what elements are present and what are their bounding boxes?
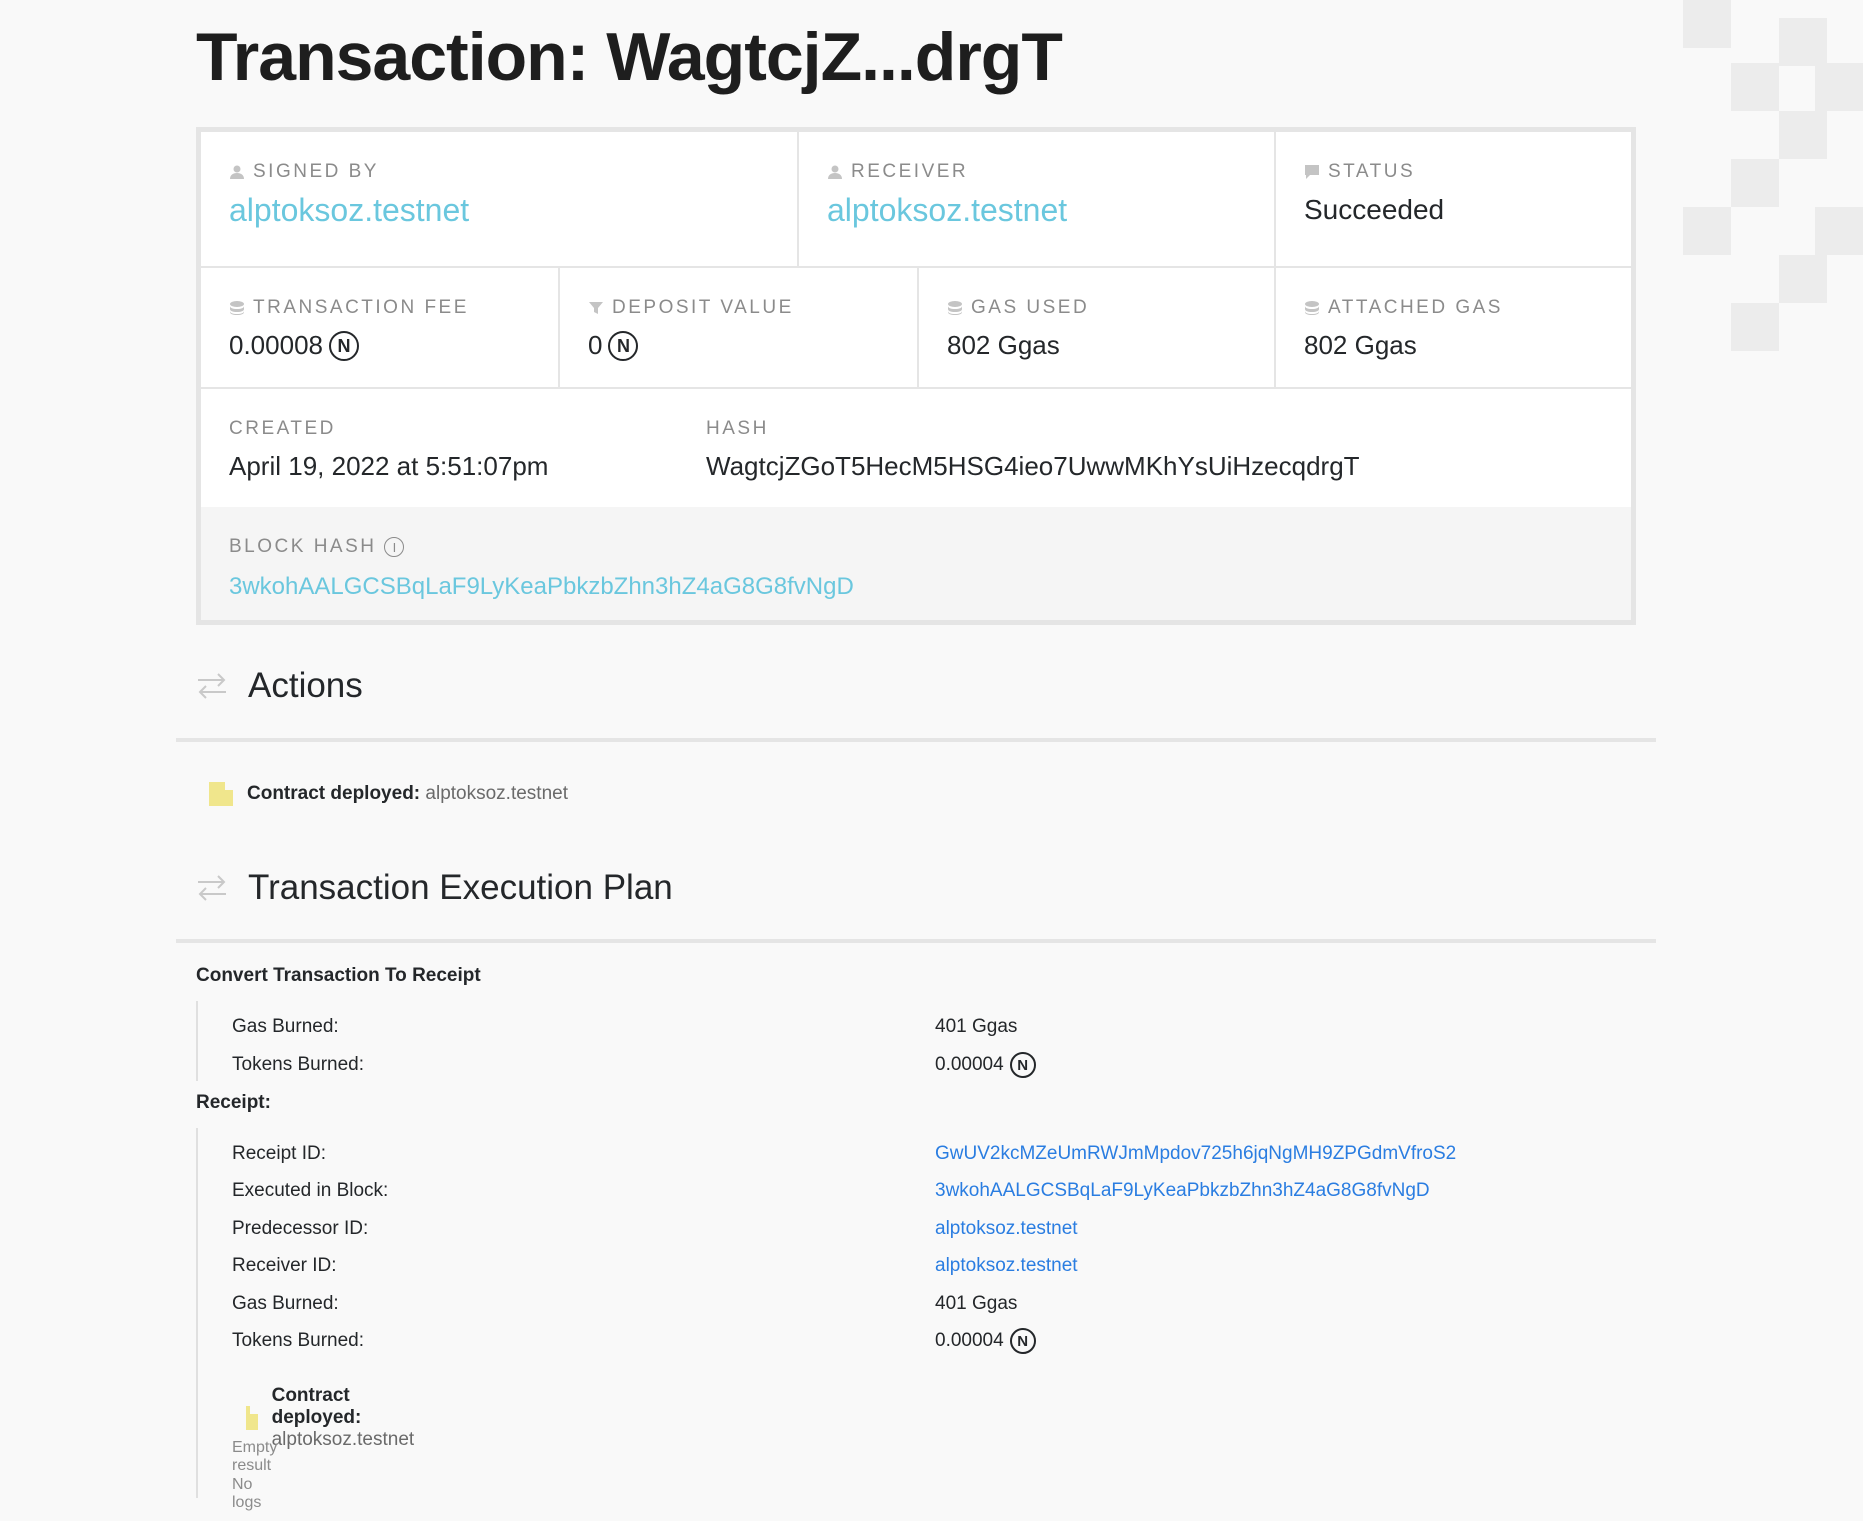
status-label: STATUS (1328, 161, 1416, 182)
near-token-icon: N (608, 330, 639, 361)
kv-label: Predecessor ID: (232, 1218, 369, 1239)
near-token-icon: N (1009, 1052, 1036, 1078)
receipt-id-link[interactable]: GwUV2kcMZeUmRWJmMpdov725h6jqNgMH9ZPGdmVf… (935, 1143, 1456, 1165)
transaction-fee-label: TRANSACTION FEE (253, 297, 469, 318)
executed-in-block-row: Executed in Block: 3wkohAALGCSBqLaF9LyKe… (232, 1177, 1532, 1205)
convert-gas-burned-row: Gas Burned: 401 Ggas (232, 1013, 1532, 1041)
transfer-arrows-icon (198, 875, 226, 901)
document-icon (246, 1406, 258, 1430)
kv-label: Receiver ID: (232, 1255, 337, 1276)
convert-tokens-burned-row: Tokens Burned: 0.00004 N (232, 1051, 1532, 1079)
transfer-arrows-icon (198, 673, 226, 699)
hash-cell: HASH WagtcjZGoT5HecM5HSG4ieo7UwwMKhYsUiH… (678, 389, 1631, 507)
section-divider (176, 738, 1656, 742)
executed-block-link[interactable]: 3wkohAALGCSBqLaF9LyKeaPbkzbZhn3hZ4aG8G8f… (935, 1180, 1430, 1202)
receiver-id-row: Receiver ID: alptoksoz.testnet (232, 1252, 1532, 1280)
info-icon[interactable]: i (384, 537, 405, 557)
filter-icon (589, 302, 603, 314)
gas-used-value: 802 Ggas (947, 330, 1060, 360)
background-pattern (1683, 0, 1863, 360)
created-cell: CREATED April 19, 2022 at 5:51:07pm (201, 389, 678, 507)
coins-icon (1305, 301, 1319, 315)
action-value: alptoksoz.testnet (425, 783, 568, 804)
receiver-link[interactable]: alptoksoz.testnet (827, 192, 1274, 229)
section-divider (176, 939, 1656, 943)
kv-value: 401 Ggas (935, 1293, 1018, 1314)
comment-icon (1305, 165, 1319, 179)
block-hash-label: BLOCK HASH (229, 536, 377, 557)
deposit-value: 0 (588, 330, 603, 360)
created-value: April 19, 2022 at 5:51:07pm (229, 451, 549, 481)
status-cell: STATUS Succeeded (1276, 132, 1631, 266)
kv-value: 0.00004 (935, 1330, 1004, 1351)
receiver-id-link[interactable]: alptoksoz.testnet (935, 1255, 1078, 1277)
receipt-id-row: Receipt ID: GwUV2kcMZeUmRWJmMpdov725h6jq… (232, 1140, 1532, 1168)
deposit-value-cell: DEPOSIT VALUE 0 N (560, 268, 919, 387)
signed-by-label: SIGNED BY (253, 161, 379, 182)
block-hash-link[interactable]: 3wkohAALGCSBqLaF9LyKeaPbkzbZhn3hZ4aG8G8f… (229, 573, 1631, 601)
action-label: Contract deployed: (271, 1385, 362, 1428)
receipt-gas-burned-row: Gas Burned: 401 Ggas (232, 1290, 1532, 1318)
receipt-tokens-burned-row: Tokens Burned: 0.00004 N (232, 1327, 1532, 1355)
actions-title: Actions (248, 666, 363, 705)
kv-value: 401 Ggas (935, 1016, 1018, 1037)
signed-by-cell: SIGNED BY alptoksoz.testnet (201, 132, 799, 266)
attached-gas-value: 802 Ggas (1304, 330, 1417, 360)
action-item: Contract deployed: alptoksoz.testnet (209, 782, 568, 806)
receiver-label: RECEIVER (851, 161, 969, 182)
transaction-fee-cell: TRANSACTION FEE 0.00008 N (201, 268, 560, 387)
coins-icon (230, 301, 244, 315)
receiver-cell: RECEIVER alptoksoz.testnet (799, 132, 1276, 266)
kv-label: Receipt ID: (232, 1143, 326, 1164)
block-hash-cell: BLOCK HASH i 3wkohAALGCSBqLaF9LyKeaPbkzb… (201, 507, 1631, 620)
predecessor-id-row: Predecessor ID: alptoksoz.testnet (232, 1215, 1532, 1243)
transaction-fee-value: 0.00008 (229, 330, 323, 360)
action-label: Contract deployed: (247, 783, 421, 804)
user-icon (828, 165, 842, 179)
receipt-group: Receipt ID: GwUV2kcMZeUmRWJmMpdov725h6jq… (196, 1128, 1456, 1511)
convert-title: Convert Transaction To Receipt (196, 965, 481, 986)
execution-plan-title: Transaction Execution Plan (248, 868, 673, 907)
predecessor-link[interactable]: alptoksoz.testnet (935, 1218, 1078, 1240)
kv-label: Tokens Burned: (232, 1054, 365, 1075)
receipt-title: Receipt: (196, 1092, 271, 1113)
near-token-icon: N (328, 330, 359, 361)
kv-label: Gas Burned: (232, 1016, 339, 1037)
signed-by-link[interactable]: alptoksoz.testnet (229, 192, 797, 229)
actions-heading: Actions (196, 666, 363, 706)
deposit-value-label: DEPOSIT VALUE (612, 297, 794, 318)
hash-label: HASH (706, 418, 769, 439)
transaction-summary-card: SIGNED BY alptoksoz.testnet RECEIVER alp… (196, 127, 1636, 625)
attached-gas-cell: ATTACHED GAS 802 Ggas (1276, 268, 1631, 387)
convert-group: Gas Burned: 401 Ggas Tokens Burned: 0.00… (196, 1001, 1036, 1081)
kv-label: Gas Burned: (232, 1293, 339, 1314)
attached-gas-label: ATTACHED GAS (1328, 297, 1503, 318)
no-logs-text: No logs (232, 1476, 262, 1511)
empty-result-text: Empty result (232, 1439, 278, 1474)
gas-used-cell: GAS USED 802 Ggas (919, 268, 1276, 387)
document-icon (209, 782, 233, 806)
near-token-icon: N (1009, 1328, 1036, 1354)
kv-label: Executed in Block: (232, 1180, 389, 1201)
user-icon (230, 165, 244, 179)
coins-icon (948, 301, 962, 315)
hash-value: WagtcjZGoT5HecM5HSG4ieo7UwwMKhYsUiHzecqd… (706, 451, 1360, 481)
gas-used-label: GAS USED (971, 297, 1090, 318)
action-value: alptoksoz.testnet (271, 1429, 415, 1450)
created-label: CREATED (229, 418, 336, 439)
kv-label: Tokens Burned: (232, 1330, 365, 1351)
execution-plan-heading: Transaction Execution Plan (196, 868, 673, 908)
kv-value: 0.00004 (935, 1054, 1004, 1075)
page-title: Transaction: WagtcjZ...drgT (196, 19, 1063, 95)
status-value: Succeeded (1304, 194, 1445, 225)
